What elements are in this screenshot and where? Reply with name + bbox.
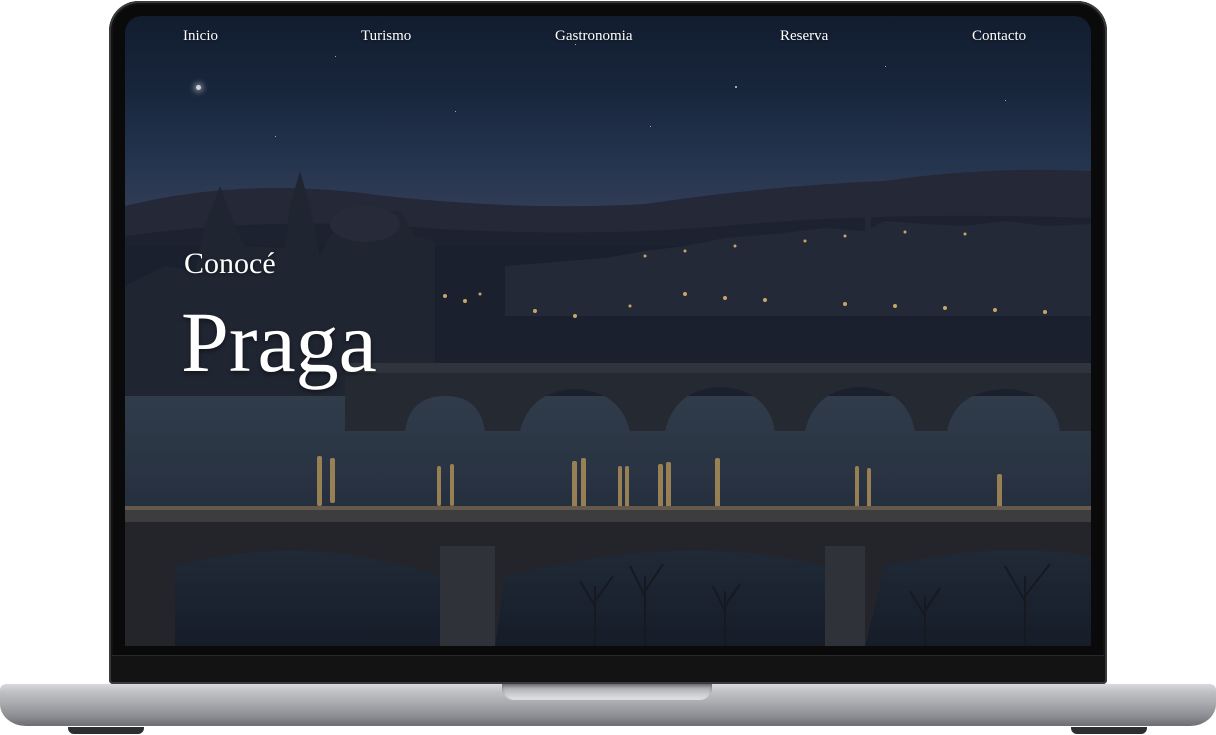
laptop-foot-left	[68, 727, 144, 734]
nav-item-gastronomia[interactable]: Gastronomia	[555, 26, 632, 46]
nav-item-inicio[interactable]: Inicio	[183, 26, 218, 46]
laptop-notch	[502, 684, 712, 700]
laptop-bezel	[112, 655, 1104, 682]
laptop-screen: Inicio Turismo Gastronomia Reserva Conta…	[125, 16, 1091, 646]
laptop-foot-right	[1071, 727, 1147, 734]
nav-item-turismo[interactable]: Turismo	[361, 26, 411, 46]
hero-kicker: Conocé	[184, 247, 276, 280]
nav-item-reserva[interactable]: Reserva	[780, 26, 828, 46]
main-nav: Inicio Turismo Gastronomia Reserva Conta…	[125, 26, 1091, 48]
hero-title: Praga	[181, 294, 377, 390]
nav-item-contacto[interactable]: Contacto	[972, 26, 1026, 46]
